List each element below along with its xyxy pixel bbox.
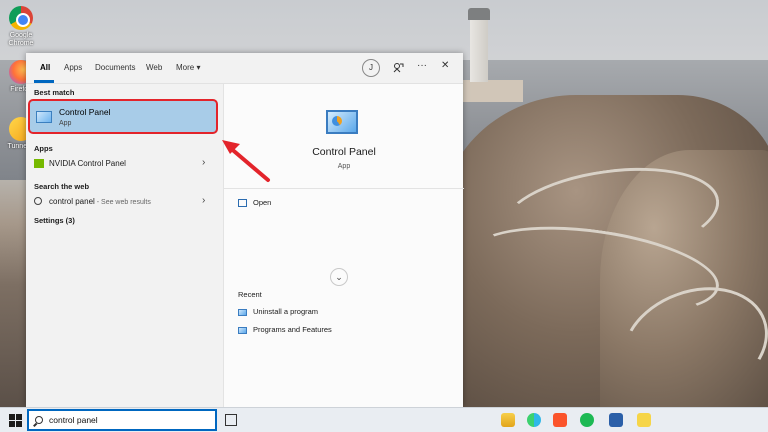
windows-logo-pane (9, 414, 15, 420)
feedback-icon[interactable] (393, 62, 404, 76)
result-label: control panel - See web results (49, 197, 151, 206)
tab-apps[interactable]: Apps (64, 63, 82, 72)
file-explorer-icon[interactable] (501, 413, 515, 427)
best-match-title: Control Panel (59, 107, 111, 117)
search-query: control panel (49, 415, 98, 425)
results-list: Best match Control Panel App Apps NVIDIA… (26, 84, 222, 407)
search-icon (34, 197, 42, 205)
web-heading: Search the web (34, 182, 90, 191)
web-suffix: - See web results (94, 199, 151, 206)
result-nvidia-control-panel[interactable]: NVIDIA Control Panel › (26, 155, 222, 173)
windows-logo-pane (16, 421, 22, 427)
web-query: control panel (49, 197, 95, 206)
tab-all[interactable]: All (40, 63, 50, 72)
open-icon (238, 199, 247, 208)
account-avatar[interactable]: J (362, 59, 380, 77)
search-icon (35, 416, 43, 424)
tab-documents[interactable]: Documents (95, 63, 135, 72)
edge-icon[interactable] (527, 413, 541, 427)
sticky-notes-icon[interactable] (637, 413, 651, 427)
recent-heading: Recent (238, 290, 262, 299)
search-tabs: All Apps Documents Web More ▾ J ··· ✕ (26, 53, 463, 84)
best-match-heading: Best match (34, 88, 75, 97)
spotify-icon[interactable] (580, 413, 594, 427)
apps-heading: Apps (34, 144, 53, 153)
nvidia-icon (34, 159, 44, 168)
control-panel-icon (238, 326, 247, 334)
control-panel-icon (36, 111, 52, 123)
chevron-right-icon[interactable]: › (202, 195, 205, 206)
tab-more[interactable]: More ▾ (176, 63, 200, 72)
best-match-subtitle: App (59, 120, 72, 127)
result-label: NVIDIA Control Panel (49, 159, 126, 168)
recent-item-label: Programs and Features (253, 325, 332, 334)
brave-icon[interactable] (553, 413, 567, 427)
expand-button[interactable]: ⌄ (330, 268, 348, 286)
open-action[interactable]: Open (238, 198, 272, 208)
search-panel: All Apps Documents Web More ▾ J ··· ✕ Be… (26, 53, 464, 407)
wallpaper-lighthouse (468, 8, 490, 82)
open-label: Open (253, 198, 272, 207)
control-panel-icon (326, 110, 358, 134)
taskbar-search-input[interactable]: control panel (27, 409, 217, 431)
wallpaper-building (463, 80, 523, 102)
recent-item[interactable]: Programs and Features (238, 325, 332, 334)
result-web-search[interactable]: control panel - See web results › (26, 193, 222, 211)
tab-web[interactable]: Web (146, 63, 162, 72)
settings-heading[interactable]: Settings (3) (34, 216, 75, 225)
ellipsis-icon[interactable]: ··· (417, 60, 427, 71)
control-panel-icon (238, 308, 247, 316)
windows-logo-pane (9, 421, 15, 427)
chevron-down-icon: ▾ (196, 63, 201, 72)
start-button[interactable] (9, 414, 22, 427)
task-view-icon[interactable] (225, 414, 237, 426)
store-icon[interactable] (609, 413, 623, 427)
annotation-arrow (222, 140, 270, 182)
chevron-right-icon[interactable]: › (202, 157, 205, 168)
best-match-control-panel[interactable]: Control Panel App (28, 99, 218, 134)
desktop-icon-label: Google Chrome (8, 32, 34, 47)
taskbar: control panel (0, 407, 768, 432)
active-tab-indicator (34, 80, 54, 83)
tab-more-label: More (176, 63, 195, 72)
desktop-icon-chrome[interactable]: Google Chrome (2, 6, 40, 48)
recent-item-label: Uninstall a program (253, 307, 319, 316)
recent-item[interactable]: Uninstall a program (238, 307, 318, 316)
close-icon[interactable]: ✕ (441, 60, 449, 71)
chrome-icon (9, 6, 33, 30)
windows-logo-pane (16, 414, 22, 420)
